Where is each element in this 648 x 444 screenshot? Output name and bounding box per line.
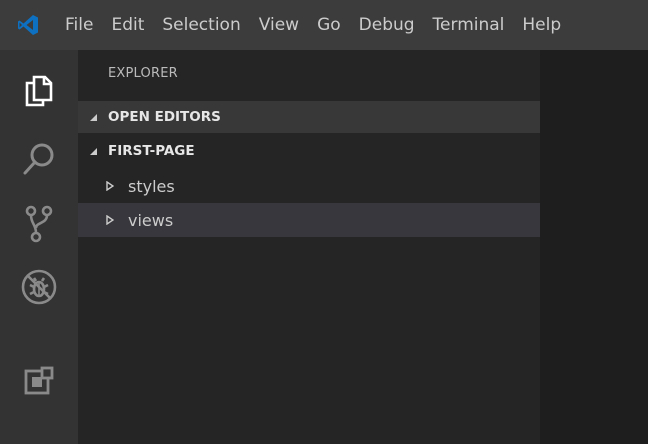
vscode-window: File Edit Selection View Go Debug Termin…	[0, 0, 648, 444]
tree-item-label: views	[128, 210, 174, 230]
menu-terminal[interactable]: Terminal	[424, 0, 514, 50]
section-label: FIRST-PAGE	[108, 143, 195, 159]
menu-view[interactable]: View	[250, 0, 308, 50]
source-control-icon[interactable]	[0, 193, 78, 255]
extensions-icon[interactable]	[0, 350, 78, 412]
editor-area[interactable]	[540, 50, 648, 444]
menu-debug[interactable]: Debug	[350, 0, 424, 50]
activity-bar	[0, 50, 78, 444]
section-label: OPEN EDITORS	[108, 109, 221, 125]
explorer-sidebar: EXPLORER OPEN EDITORS FIRST-PAGE styles …	[78, 50, 540, 444]
menu-bar: File Edit Selection View Go Debug Termin…	[0, 0, 648, 50]
tree-item-label: styles	[128, 176, 175, 196]
chevron-down-icon	[78, 147, 108, 156]
debug-icon[interactable]	[0, 256, 78, 318]
files-icon[interactable]	[0, 60, 78, 122]
section-first-page[interactable]: FIRST-PAGE	[78, 135, 540, 167]
tree-item-views[interactable]: views	[78, 203, 540, 237]
section-open-editors[interactable]: OPEN EDITORS	[78, 101, 540, 133]
menu-file[interactable]: File	[56, 0, 102, 50]
menu-go[interactable]: Go	[308, 0, 350, 50]
chevron-down-icon	[78, 113, 108, 122]
sidebar-title: EXPLORER	[108, 66, 178, 81]
menu-edit[interactable]: Edit	[102, 0, 153, 50]
menu-selection[interactable]: Selection	[153, 0, 249, 50]
chevron-right-icon	[106, 215, 128, 225]
vscode-logo-icon	[0, 0, 56, 50]
search-icon[interactable]	[0, 128, 78, 190]
tree-item-styles[interactable]: styles	[78, 169, 540, 203]
chevron-right-icon	[106, 181, 128, 191]
menu-help[interactable]: Help	[513, 0, 570, 50]
menu-items: File Edit Selection View Go Debug Termin…	[56, 0, 570, 50]
